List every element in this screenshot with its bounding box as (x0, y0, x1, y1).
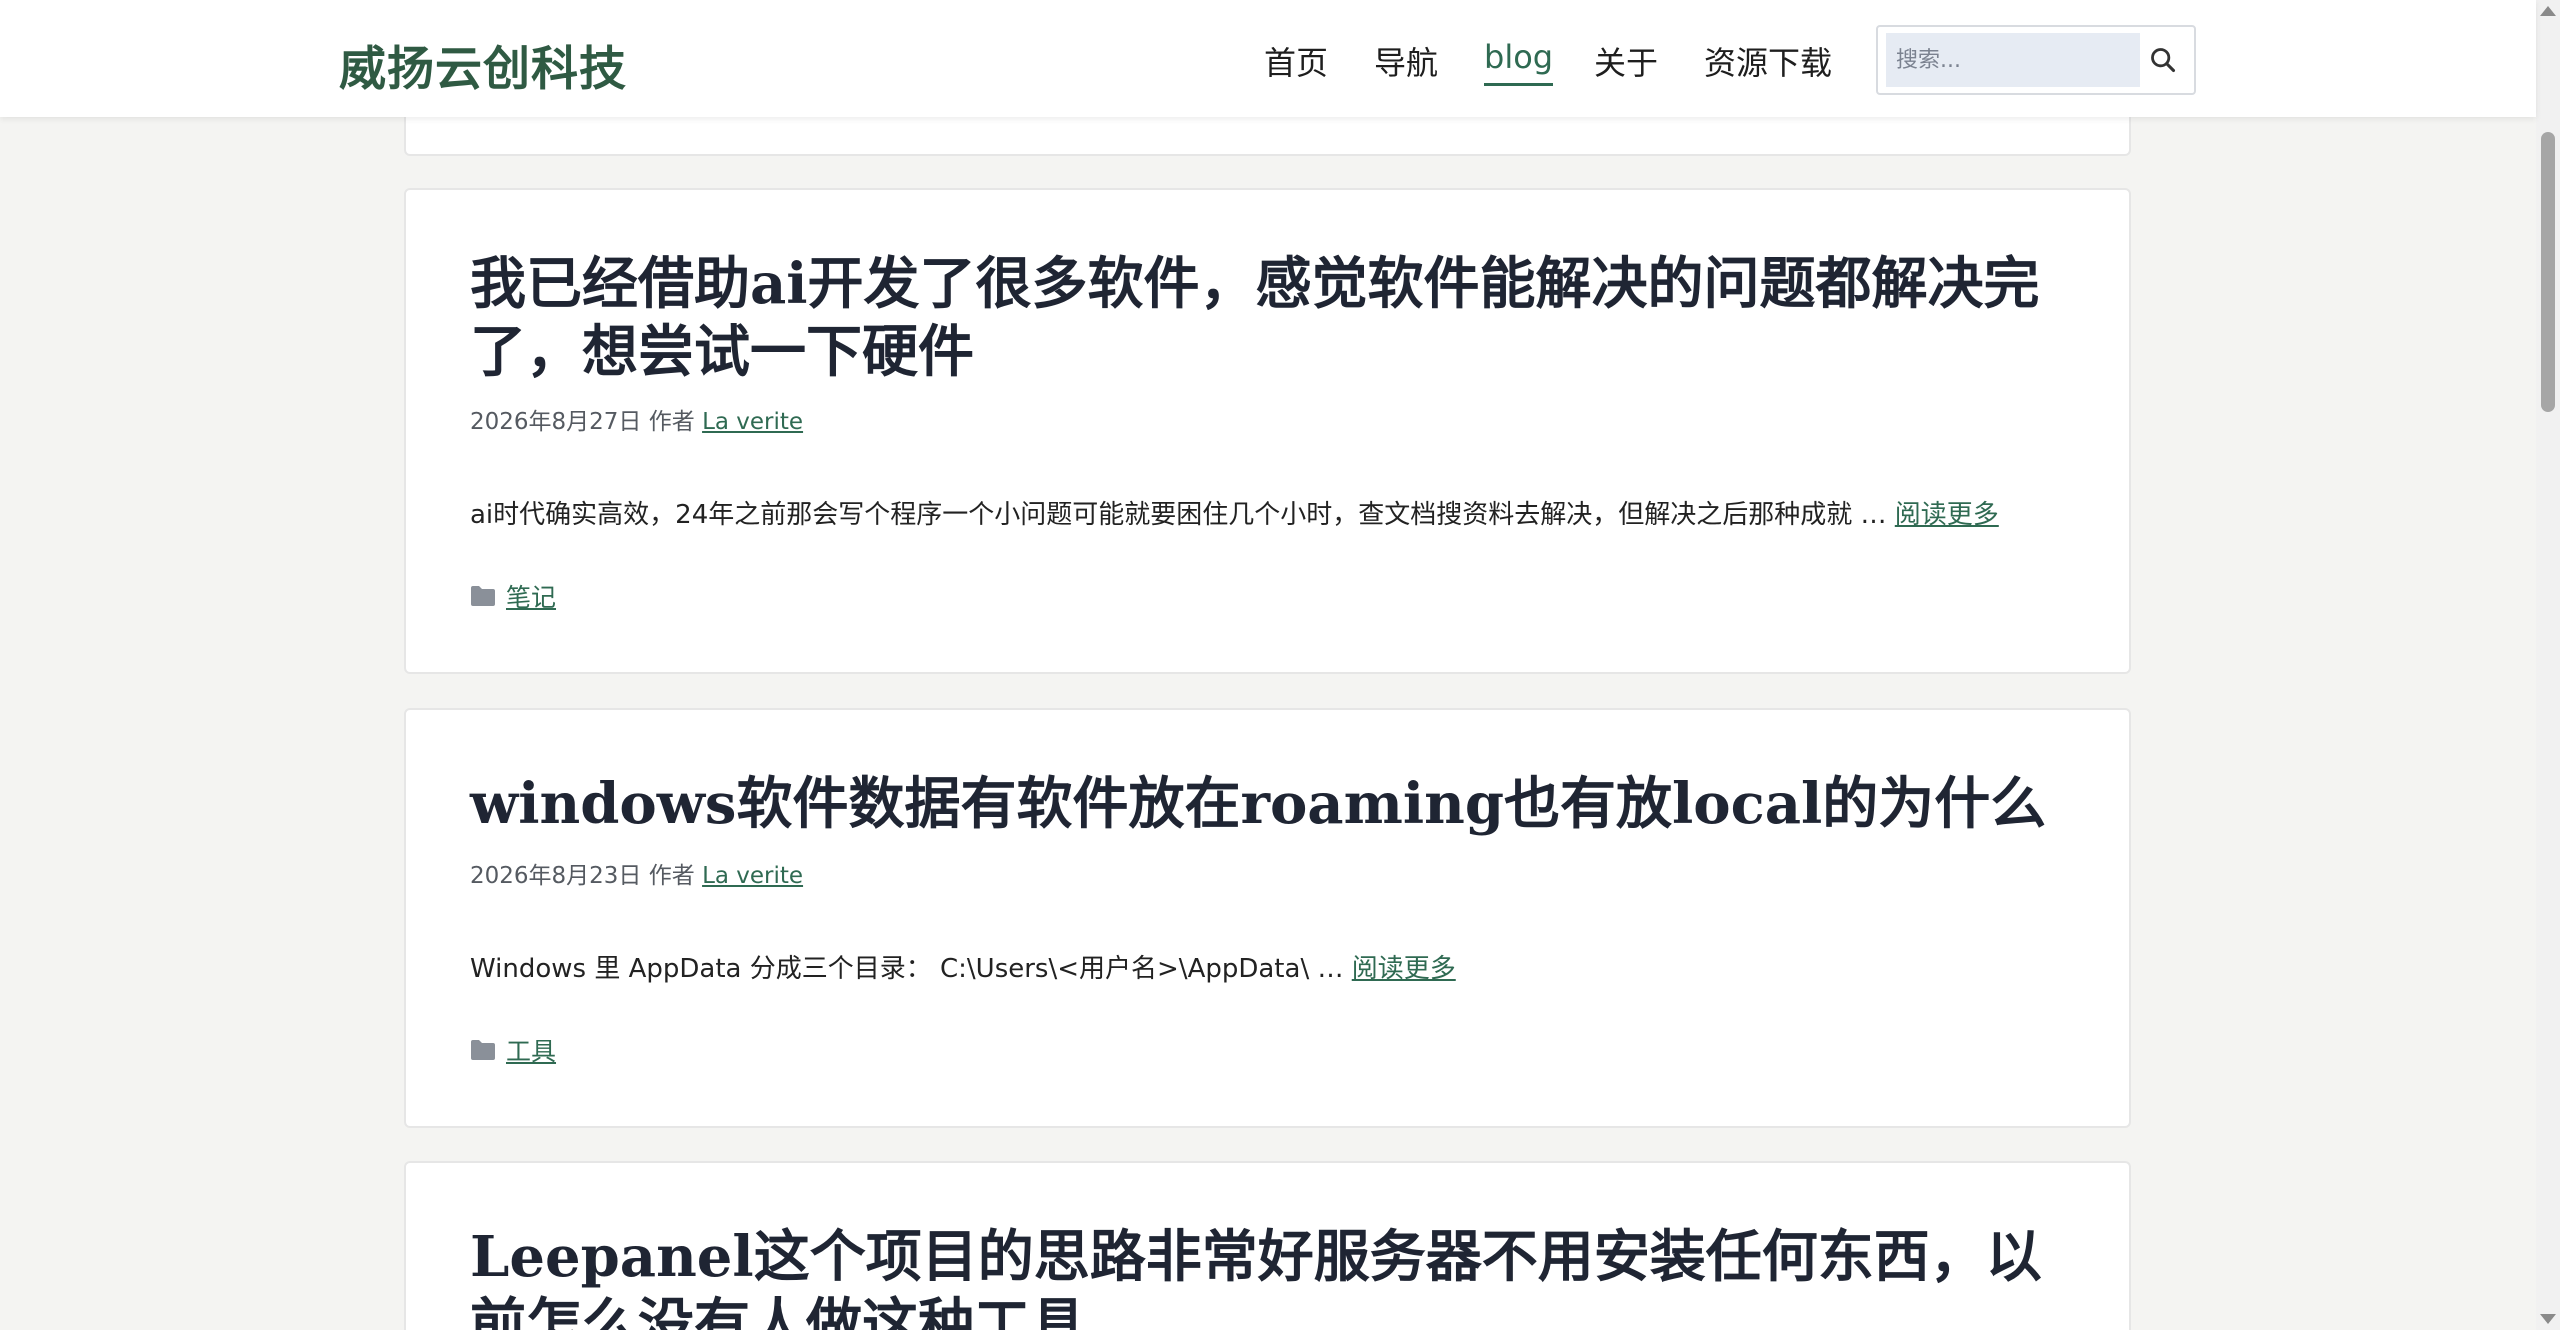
folder-icon (471, 586, 495, 606)
post-category: 笔记 (470, 578, 556, 614)
post-author-link[interactable]: La verite (702, 863, 803, 889)
folder-icon (471, 1040, 495, 1060)
post-meta: 2026年8月23日 作者 La verite (470, 856, 803, 890)
post-date: 2026年8月23日 (470, 863, 642, 889)
category-link[interactable]: 笔记 (506, 578, 556, 614)
excerpt-text: Windows 里 AppData 分成三个目录： C:\Users\<用户名>… (470, 954, 1344, 984)
scroll-thumb[interactable] (2541, 132, 2555, 412)
nav-item-downloads[interactable]: 资源下载 (1704, 38, 1832, 84)
post-meta: 2026年8月27日 作者 La verite (470, 402, 803, 436)
scroll-up-icon[interactable] (2540, 6, 2556, 16)
read-more-link[interactable]: 阅读更多 (1895, 500, 1999, 530)
read-more-link[interactable]: 阅读更多 (1352, 954, 1456, 984)
search-button[interactable] (2138, 35, 2188, 85)
scroll-down-icon[interactable] (2540, 1314, 2556, 1324)
author-prefix: 作者 (648, 409, 695, 435)
search-box (1876, 25, 2196, 95)
post-card: Leepanel这个项目的思路非常好服务器不用安装任何东西，以前怎么没有人做这种… (404, 1161, 2131, 1330)
post-date: 2026年8月27日 (470, 409, 642, 435)
post-title[interactable]: 我已经借助ai开发了很多软件，感觉软件能解决的问题都解决完了，想尝试一下硬件 (470, 250, 2070, 386)
post-title[interactable]: Leepanel这个项目的思路非常好服务器不用安装任何东西，以前怎么没有人做这种… (470, 1223, 2070, 1330)
post-author-link[interactable]: La verite (702, 409, 803, 435)
site-header: 威扬云创科技 首页 导航 blog 关于 资源下载 (0, 0, 2536, 117)
nav-item-about[interactable]: 关于 (1594, 38, 1658, 84)
nav-item-home[interactable]: 首页 (1264, 38, 1328, 84)
scrollbar[interactable] (2536, 0, 2560, 1330)
nav-item-navigation[interactable]: 导航 (1374, 38, 1438, 84)
search-icon (2151, 48, 2176, 73)
post-card: 我已经借助ai开发了很多软件，感觉软件能解决的问题都解决完了，想尝试一下硬件 2… (404, 188, 2131, 674)
excerpt-text: ai时代确实高效，24年之前那会写个程序一个小问题可能就要困住几个小时，查文档搜… (470, 500, 1887, 530)
post-excerpt: Windows 里 AppData 分成三个目录： C:\Users\<用户名>… (470, 948, 1456, 985)
post-category: 工具 (470, 1032, 556, 1068)
nav-item-blog[interactable]: blog (1484, 38, 1554, 86)
post-card: windows软件数据有软件放在roaming也有放local的为什么 2026… (404, 708, 2131, 1128)
category-link[interactable]: 工具 (506, 1032, 556, 1068)
search-input[interactable] (1886, 33, 2140, 87)
post-title[interactable]: windows软件数据有软件放在roaming也有放local的为什么 (470, 770, 2070, 838)
author-prefix: 作者 (648, 863, 695, 889)
post-excerpt: ai时代确实高效，24年之前那会写个程序一个小问题可能就要困住几个小时，查文档搜… (470, 494, 1999, 531)
site-title[interactable]: 威扬云创科技 (339, 30, 627, 99)
